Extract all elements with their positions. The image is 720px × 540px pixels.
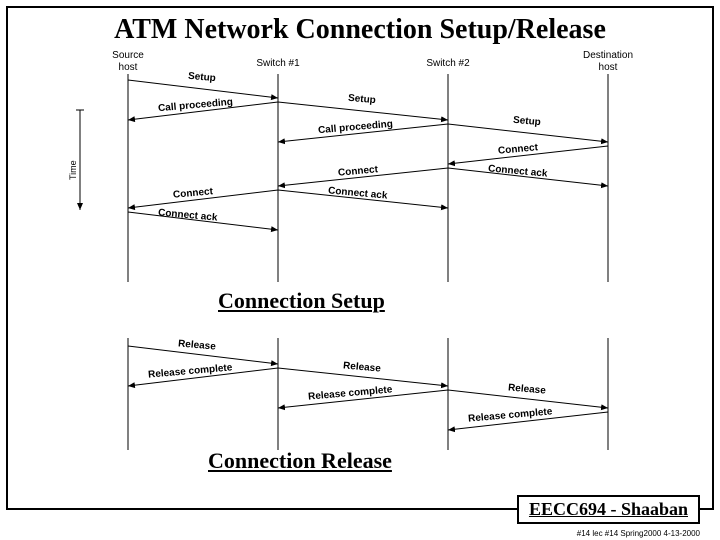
section-setup: Connection Setup [218,288,385,314]
footer-meta: #14 lec #14 Spring2000 4-13-2000 [577,529,700,538]
section-release: Connection Release [208,448,392,474]
sequence-diagram: Source host Switch #1 Switch #2 Destinat… [8,50,712,470]
footer-credit: EECC694 - Shaaban [517,495,700,524]
msg-setup-3: Setup [513,115,542,128]
msg-setup-2: Setup [348,93,377,106]
msg-setup-1: Setup [188,71,217,84]
slide-title: ATM Network Connection Setup/Release [8,8,712,50]
diagram-svg [8,50,716,470]
